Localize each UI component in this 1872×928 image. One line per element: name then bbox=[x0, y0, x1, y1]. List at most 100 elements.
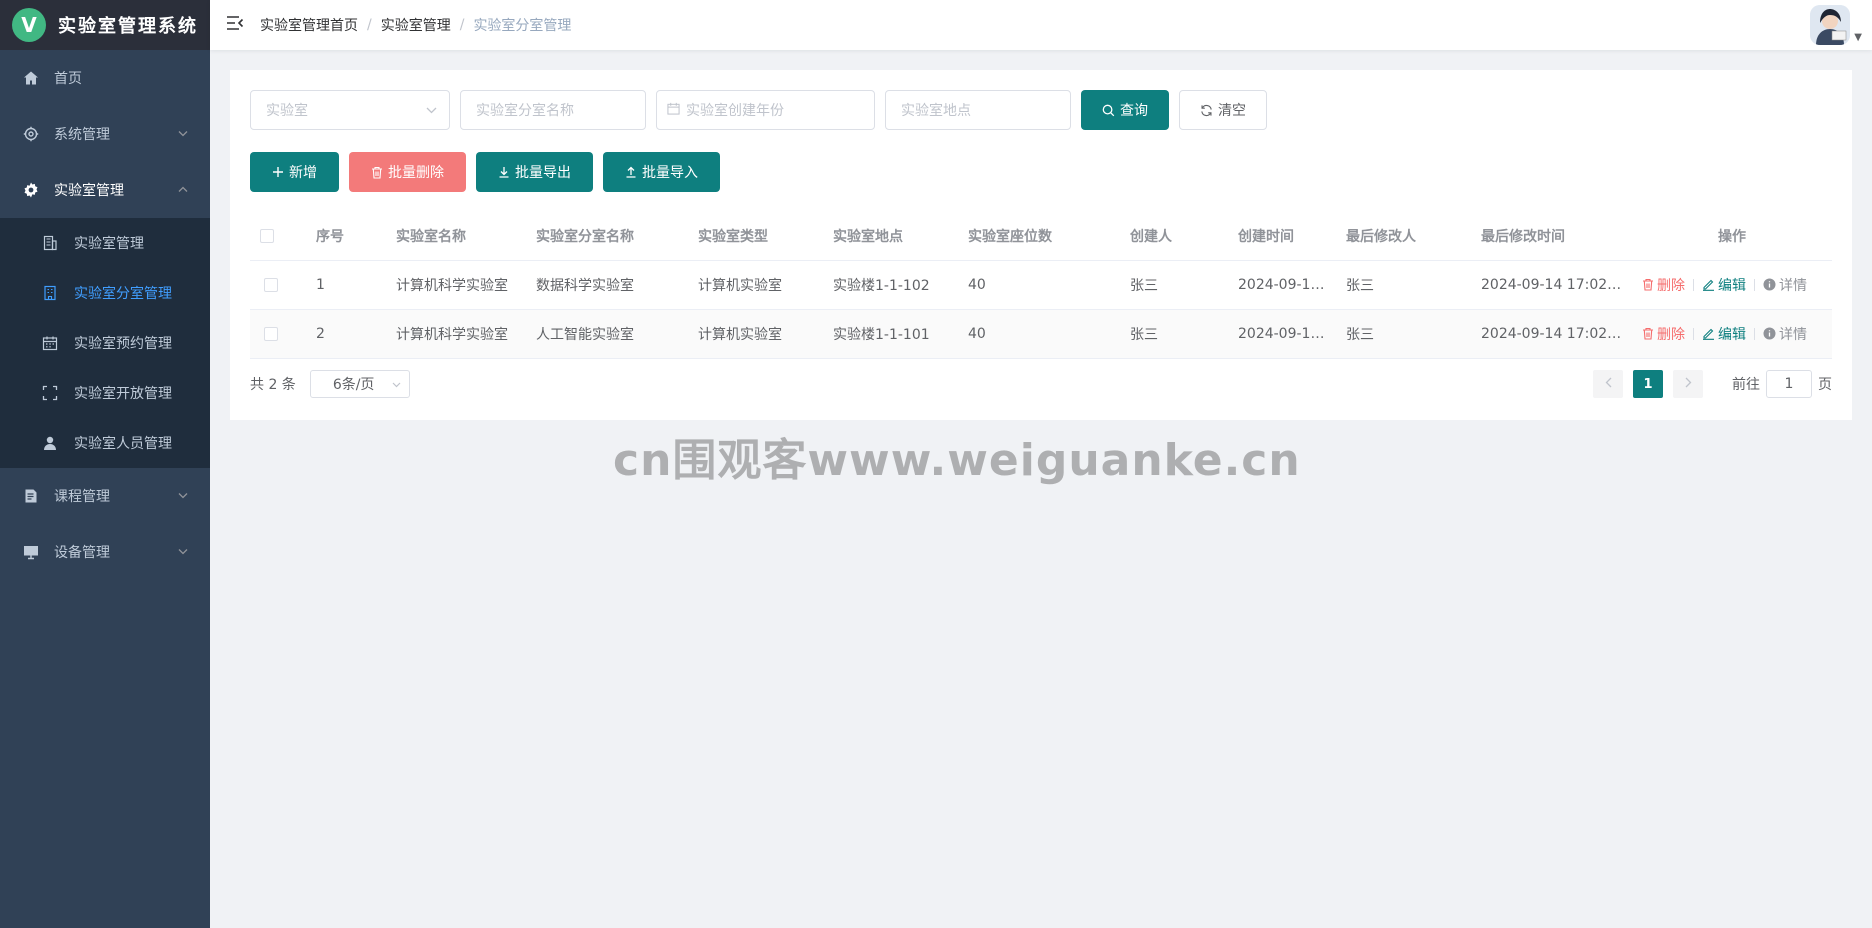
row-checkbox[interactable] bbox=[264, 326, 278, 341]
col-header: 实验室名称 bbox=[386, 212, 526, 261]
chevron-down-icon bbox=[392, 376, 401, 392]
goto-page-input[interactable]: 1 bbox=[1766, 370, 1812, 398]
sidebar-item-lab-room[interactable]: 实验室分室管理 bbox=[0, 268, 210, 318]
gear-icon bbox=[20, 126, 42, 142]
edit-link[interactable]: 编辑 bbox=[1702, 275, 1746, 295]
batch-export-button[interactable]: 批量导出 bbox=[476, 152, 593, 192]
batch-import-label: 批量导入 bbox=[642, 165, 698, 181]
lab-select-placeholder: 实验室 bbox=[266, 103, 308, 119]
calendar-icon bbox=[40, 335, 60, 351]
app-root: V 实验室管理系统 首页 系统管理 实验室管理 实验室管理 实验室分室管理 实验… bbox=[0, 0, 1872, 928]
divider bbox=[1693, 278, 1694, 291]
room-name-input[interactable]: 实验室分室名称 bbox=[460, 90, 646, 130]
breadcrumb-home[interactable]: 实验室管理首页 bbox=[260, 15, 358, 35]
chevron-right-icon bbox=[1685, 376, 1692, 392]
add-button[interactable]: 新增 bbox=[250, 152, 339, 192]
page-number-button[interactable]: 1 bbox=[1633, 370, 1663, 398]
prev-page-button[interactable] bbox=[1593, 370, 1623, 398]
sidebar-item-label: 实验室人员管理 bbox=[74, 436, 172, 452]
cell-modifier: 张三 bbox=[1336, 260, 1471, 310]
app-title: 实验室管理系统 bbox=[58, 16, 198, 37]
breadcrumb-lab[interactable]: 实验室管理 bbox=[381, 15, 451, 35]
batch-export-label: 批量导出 bbox=[515, 165, 571, 181]
detail-link[interactable]: 详情 bbox=[1763, 324, 1807, 344]
user-menu[interactable]: ▼ bbox=[1810, 5, 1862, 45]
goto-label: 前往 bbox=[1732, 377, 1760, 393]
cell-lab-type: 计算机实验室 bbox=[688, 260, 823, 310]
sidebar-item-lab-staff[interactable]: 实验室人员管理 bbox=[0, 418, 210, 468]
cell-room-name: 数据科学实验室 bbox=[526, 260, 688, 310]
logo-area[interactable]: V 实验室管理系统 bbox=[0, 0, 210, 50]
sidebar-item-label: 课程管理 bbox=[54, 489, 110, 505]
edit-icon bbox=[1702, 327, 1715, 340]
row-select-cell[interactable] bbox=[250, 260, 306, 310]
cell-modified-at: 2024-09-14 17:02:51 bbox=[1471, 260, 1632, 310]
sidebar-item-label: 实验室管理 bbox=[74, 236, 144, 252]
select-all-checkbox[interactable] bbox=[260, 228, 274, 243]
sidebar-item-label: 实验室预约管理 bbox=[74, 336, 172, 352]
cell-seats: 40 bbox=[958, 260, 1120, 310]
location-input[interactable]: 实验室地点 bbox=[885, 90, 1071, 130]
batch-import-button[interactable]: 批量导入 bbox=[603, 152, 720, 192]
trash-icon bbox=[1642, 278, 1654, 291]
chevron-left-icon bbox=[1605, 376, 1612, 392]
delete-link[interactable]: 删除 bbox=[1642, 324, 1685, 344]
delete-link[interactable]: 删除 bbox=[1642, 275, 1685, 295]
menu-fold-icon bbox=[226, 15, 244, 35]
table-row: 2 计算机科学实验室 人工智能实验室 计算机实验室 实验楼1-1-101 40 … bbox=[250, 309, 1832, 359]
plus-icon bbox=[272, 166, 284, 178]
sidebar-item-lab-manage[interactable]: 实验室管理 bbox=[0, 218, 210, 268]
cell-index: 2 bbox=[306, 309, 386, 359]
cell-lab-type: 计算机实验室 bbox=[688, 309, 823, 359]
sidebar-item-label: 首页 bbox=[54, 71, 82, 87]
lab-select[interactable]: 实验室 bbox=[250, 90, 450, 130]
hamburger-button[interactable] bbox=[210, 0, 260, 50]
sidebar-item-course[interactable]: 课程管理 bbox=[0, 468, 210, 524]
batch-delete-button[interactable]: 批量删除 bbox=[349, 152, 466, 192]
edit-link[interactable]: 编辑 bbox=[1702, 324, 1746, 344]
avatar[interactable] bbox=[1810, 5, 1851, 45]
office-icon bbox=[40, 285, 60, 301]
query-button[interactable]: 查询 bbox=[1081, 90, 1169, 130]
edit-label: 编辑 bbox=[1718, 326, 1746, 343]
search-icon bbox=[1102, 104, 1115, 117]
search-bar: 实验室 实验室分室名称 实验室创建年份 实验室地点 查询 清空 bbox=[250, 90, 1832, 130]
refresh-icon bbox=[1200, 104, 1213, 117]
page-size-value: 6条/页 bbox=[332, 377, 375, 393]
divider bbox=[1754, 327, 1755, 340]
sidebar-item-lab[interactable]: 实验室管理 bbox=[0, 162, 210, 218]
sidebar-item-device[interactable]: 设备管理 bbox=[0, 524, 210, 580]
pagination: 共 2 条 6条/页 1 前往 1 页 bbox=[250, 369, 1832, 399]
trash-icon bbox=[371, 166, 383, 179]
sidebar-item-lab-open[interactable]: 实验室开放管理 bbox=[0, 368, 210, 418]
breadcrumb-separator: / bbox=[367, 17, 372, 33]
select-all-cell[interactable] bbox=[250, 212, 306, 261]
next-page-button[interactable] bbox=[1673, 370, 1703, 398]
chevron-down-icon bbox=[178, 491, 188, 502]
add-button-label: 新增 bbox=[289, 165, 317, 181]
sidebar-item-system[interactable]: 系统管理 bbox=[0, 106, 210, 162]
table-row: 1 计算机科学实验室 数据科学实验室 计算机实验室 实验楼1-1-102 40 … bbox=[250, 260, 1832, 310]
year-picker[interactable]: 实验室创建年份 bbox=[656, 90, 875, 130]
detail-link[interactable]: 详情 bbox=[1763, 275, 1807, 295]
cell-index: 1 bbox=[306, 260, 386, 310]
clear-button[interactable]: 清空 bbox=[1179, 90, 1267, 130]
sidebar-item-lab-reserve[interactable]: 实验室预约管理 bbox=[0, 318, 210, 368]
query-button-label: 查询 bbox=[1120, 103, 1148, 119]
pager-controls: 1 前往 1 页 bbox=[1588, 369, 1832, 399]
detail-label: 详情 bbox=[1779, 326, 1807, 343]
cell-location: 实验楼1-1-102 bbox=[823, 260, 958, 310]
row-checkbox[interactable] bbox=[264, 277, 278, 292]
info-icon bbox=[1763, 278, 1776, 291]
chevron-down-icon bbox=[178, 547, 188, 558]
page-size-select[interactable]: 6条/页 bbox=[309, 370, 410, 398]
breadcrumb-separator: / bbox=[459, 17, 465, 33]
cell-room-name: 人工智能实验室 bbox=[526, 309, 688, 359]
calendar-icon bbox=[667, 102, 680, 119]
trash-icon bbox=[1642, 327, 1654, 340]
room-name-placeholder: 实验室分室名称 bbox=[476, 103, 574, 119]
page-jumper: 前往 1 页 bbox=[1732, 370, 1832, 398]
divider bbox=[1754, 278, 1755, 291]
sidebar-item-home[interactable]: 首页 bbox=[0, 50, 210, 106]
row-select-cell[interactable] bbox=[250, 309, 306, 359]
